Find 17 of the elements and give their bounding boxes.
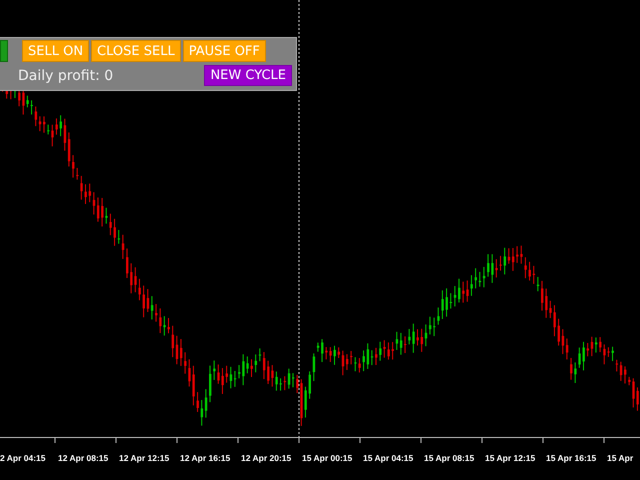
time-axis-label: 15 Apr 04:15 [362, 453, 414, 463]
time-axis-label: 15 Apr 08:15 [423, 453, 476, 463]
cut-off-button[interactable] [0, 40, 8, 62]
time-axis-label: 15 Apr 00:15 [301, 453, 354, 463]
time-axis-label: 15 Apr [606, 453, 634, 463]
time-axis-label: 15 Apr 12:15 [484, 453, 536, 463]
new-cycle-button[interactable]: NEW CYCLE [204, 65, 292, 86]
time-axis-label: 12 Apr 08:15 [57, 453, 110, 463]
panel-button[interactable]: PAUSE OFF [182, 40, 266, 62]
time-axis-label: 12 Apr 12:15 [118, 453, 170, 463]
panel-button[interactable]: SELL ON [22, 40, 90, 62]
time-axis-label: 12 Apr 16:15 [179, 453, 232, 463]
panel-button[interactable]: CLOSE SELL [91, 40, 181, 62]
time-axis-label: 12 Apr 20:15 [240, 453, 292, 463]
daily-profit-label: Daily profit: 0 [18, 68, 114, 84]
time-axis-label: 15 Apr 16:15 [545, 453, 598, 463]
time-axis-label: 2 Apr 04:15 [0, 453, 47, 463]
